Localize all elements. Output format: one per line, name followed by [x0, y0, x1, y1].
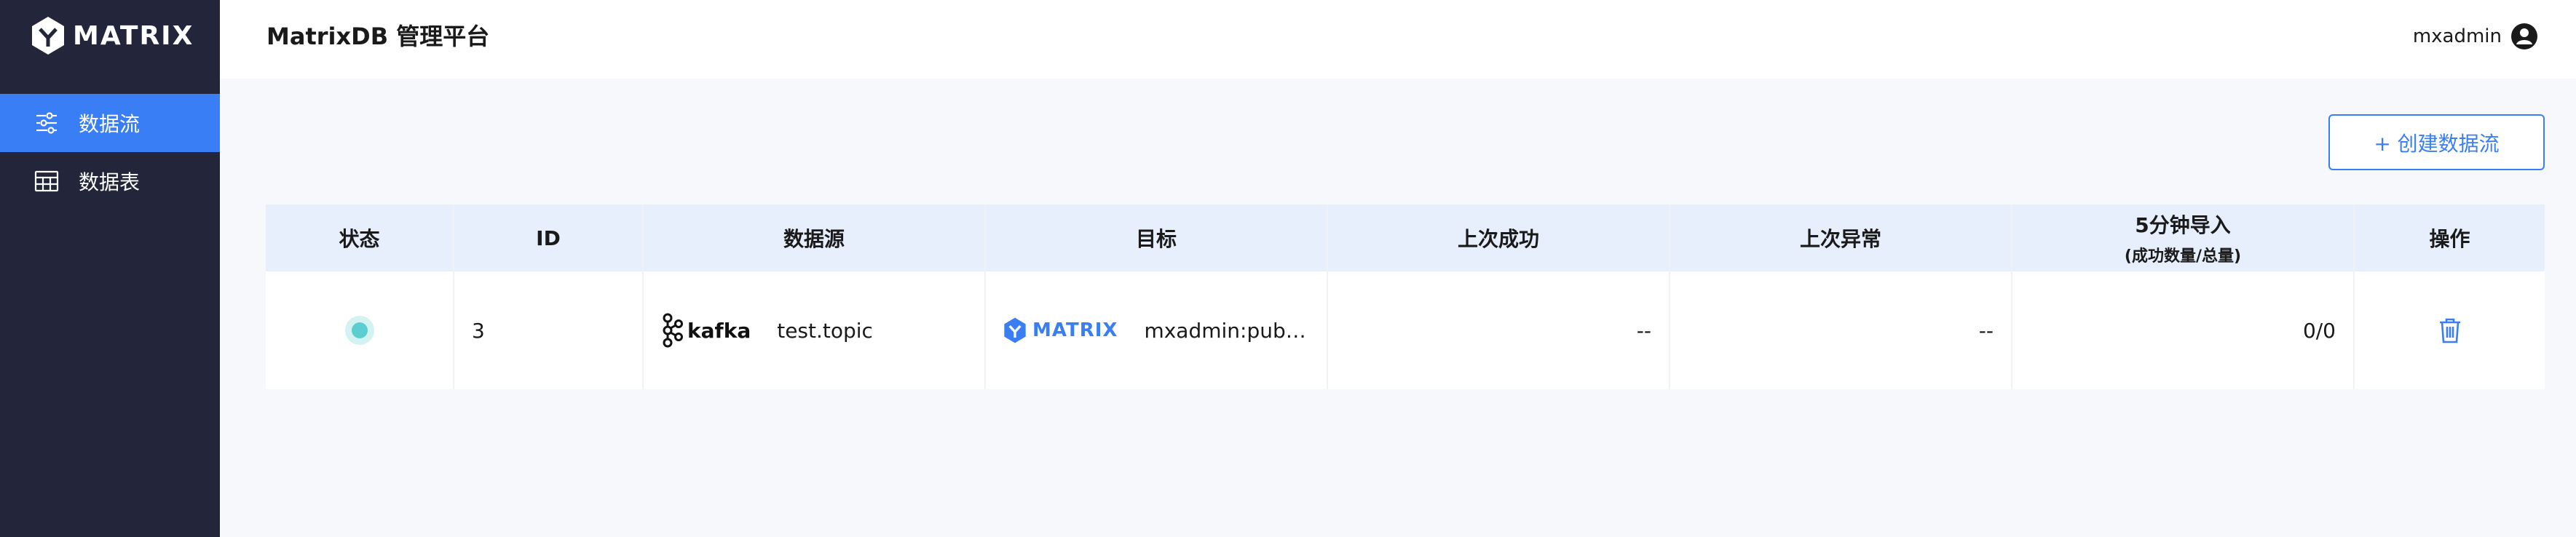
kafka-wordmark: kafka	[687, 318, 751, 343]
column-header-last-success: 上次成功	[1328, 204, 1670, 271]
column-header-label: 目标	[1135, 227, 1177, 251]
cell-actions	[2355, 271, 2545, 389]
column-header-target: 目标	[986, 204, 1328, 271]
kafka-logo-icon: kafka	[661, 313, 751, 348]
sidebar: MATRIX 数据流 数据表	[0, 0, 220, 537]
cell-import-5min: 0/0	[2012, 271, 2355, 389]
column-header-label: 操作	[2429, 227, 2470, 251]
table-icon	[33, 168, 60, 194]
top-header: MatrixDB 管理平台 mxadmin	[220, 0, 2576, 79]
column-header-last-error: 上次异常	[1670, 204, 2012, 271]
cell-last-success: --	[1328, 271, 1670, 389]
cell-status	[266, 271, 454, 389]
table-header: 状态 ID 数据源 目标 上次成功 上次异常 5分钟导入 (成功数量/总量) 操…	[266, 204, 2545, 271]
sidebar-nav: 数据流 数据表	[0, 94, 220, 210]
trash-icon[interactable]	[2438, 317, 2462, 344]
matrix-logo-icon	[32, 17, 64, 55]
column-header-label: 状态	[339, 227, 380, 251]
cell-id: 3	[454, 271, 644, 389]
status-indicator	[344, 316, 374, 345]
column-header-label: 上次成功	[1457, 227, 1539, 251]
cell-source: kafka test.topic	[644, 271, 986, 389]
brand-name: MATRIX	[73, 20, 194, 51]
source-topic: test.topic	[777, 318, 873, 343]
column-header-label: 5分钟导入	[2135, 213, 2231, 237]
create-data-flow-button[interactable]: + 创建数据流	[2328, 114, 2545, 170]
column-header-label: 数据源	[783, 227, 845, 251]
cell-target: MATRIX mxadmin:public:d...	[986, 271, 1328, 389]
target-name: mxadmin:public:d...	[1144, 318, 1309, 343]
user-menu[interactable]: mxadmin	[2413, 20, 2538, 52]
column-header-label: ID	[536, 226, 561, 250]
matrix-target-logo-icon: MATRIX	[1003, 317, 1118, 343]
data-flow-table: 状态 ID 数据源 目标 上次成功 上次异常 5分钟导入 (成功数量/总量) 操…	[266, 204, 2545, 389]
user-avatar-icon	[2511, 23, 2537, 49]
matrix-wordmark: MATRIX	[1032, 319, 1118, 341]
app-logo[interactable]: MATRIX	[31, 16, 194, 55]
sidebar-item-label: 数据流	[79, 112, 141, 136]
column-header-id: ID	[454, 204, 644, 271]
sidebar-item-data-table[interactable]: 数据表	[0, 152, 220, 210]
column-header-label: 上次异常	[1799, 227, 1881, 251]
table-row[interactable]: 3 kafka test.topic MATRIX mxadmin:public…	[266, 271, 2545, 389]
column-header-status: 状态	[266, 204, 454, 271]
column-header-sublabel: (成功数量/总量)	[2124, 247, 2242, 266]
sidebar-item-label: 数据表	[79, 170, 141, 194]
cell-last-error: --	[1670, 271, 2012, 389]
column-header-source: 数据源	[644, 204, 986, 271]
data-flow-icon	[33, 110, 60, 136]
column-header-actions: 操作	[2355, 204, 2545, 271]
user-name: mxadmin	[2412, 25, 2502, 47]
sidebar-item-data-flow[interactable]: 数据流	[0, 94, 220, 152]
page-title: MatrixDB 管理平台	[266, 23, 490, 50]
column-header-import-5min: 5分钟导入 (成功数量/总量)	[2012, 204, 2355, 271]
